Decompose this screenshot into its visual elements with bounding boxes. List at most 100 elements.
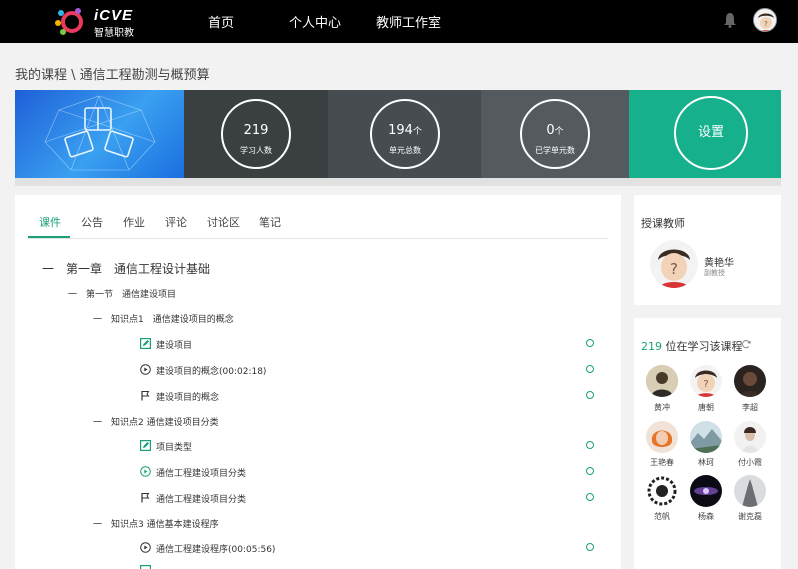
book-icon: [44, 95, 156, 171]
person-avatar-icon: ?: [650, 240, 698, 288]
status-indicator: [586, 467, 594, 475]
teacher-avatar[interactable]: ?: [650, 240, 698, 288]
status-indicator: [586, 493, 594, 501]
avatar-icon: ?: [754, 9, 776, 31]
nav-home[interactable]: 首页: [208, 12, 234, 31]
photo-avatar-icon: [646, 475, 678, 507]
stat-learners-value: 219: [243, 123, 269, 138]
logo-icon: [55, 8, 83, 35]
item-project-concept-doc[interactable]: 建设项目的概念: [156, 390, 219, 403]
stat-learners-label: 学习人数: [240, 146, 272, 155]
item-construction-procedure-video[interactable]: 通信工程建设程序(00:05:56): [156, 542, 275, 555]
top-nav: iCVE 智慧职教 首页 个人中心 教师工作室 ?: [0, 0, 798, 43]
play-video-icon: [140, 364, 151, 375]
flag-icon: [141, 391, 150, 401]
tab-homework[interactable]: 作业: [123, 214, 145, 230]
learner-avatar[interactable]: [646, 475, 678, 507]
icve-logo[interactable]: iCVE 智慧职教: [52, 6, 134, 39]
stat-studied-label: 已学单元数: [535, 146, 575, 155]
course-banner: 219 学习人数 194个 单元总数 0个 已学单元数 设置: [15, 90, 781, 178]
stat-units-value: 194: [388, 123, 413, 138]
learner-avatar[interactable]: [646, 421, 678, 453]
person-avatar-icon: ?: [690, 365, 722, 397]
learner-name: 黄冲: [654, 403, 670, 412]
learner-name: 王艳春: [650, 458, 674, 467]
course-cover-image: [15, 90, 184, 178]
knowledge-point-3[interactable]: 一 知识点3 通信基本建设程序: [93, 517, 219, 530]
learner-avatar[interactable]: [690, 421, 722, 453]
stat-units-label: 单元总数: [389, 146, 421, 155]
learner-name: 唐朝: [698, 403, 714, 412]
play-video-icon: [140, 542, 151, 553]
section-1[interactable]: 一 第一节 通信建设项目: [68, 287, 176, 300]
svg-text:?: ?: [670, 260, 678, 278]
item-project-classification-doc[interactable]: 通信工程建设项目分类: [156, 492, 246, 505]
learner-avatar[interactable]: ?: [690, 365, 722, 397]
status-indicator: [586, 441, 594, 449]
learner-name: 李超: [742, 403, 758, 412]
item-project-type[interactable]: 项目类型: [156, 440, 192, 453]
learner-avatar[interactable]: [734, 475, 766, 507]
photo-avatar-icon: [734, 365, 766, 397]
tab-announcements[interactable]: 公告: [81, 214, 103, 230]
teacher-card: 授课教师 ? 黄艳华 副教授: [634, 195, 781, 305]
item-project-concept-video[interactable]: 建设项目的概念(00:02:18): [156, 364, 266, 377]
stat-studied-units: 0个 已学单元数: [481, 90, 629, 178]
nav-personal-center[interactable]: 个人中心: [289, 12, 341, 31]
logo-text: iCVE: [94, 7, 134, 24]
status-indicator: [586, 391, 594, 399]
stat-units: 194个 单元总数: [328, 90, 481, 178]
edit-icon: [140, 338, 151, 349]
learner-avatar[interactable]: [646, 365, 678, 397]
settings-button[interactable]: 设置: [674, 96, 748, 170]
active-tab-indicator: [28, 236, 70, 238]
photo-avatar-icon: [646, 365, 678, 397]
learners-card-title: 219 位在学习该课程: [641, 338, 743, 354]
item-construction-project[interactable]: 建设项目: [156, 338, 192, 351]
stat-learners: 219 学习人数: [184, 90, 328, 178]
settings-panel: 设置: [629, 90, 781, 178]
chapter-1[interactable]: 一 第一章 通信工程设计基础: [42, 260, 210, 277]
learner-name: 谢克磊: [738, 512, 762, 521]
photo-avatar-icon: [734, 421, 766, 453]
refresh-icon[interactable]: [741, 339, 751, 349]
user-avatar[interactable]: ?: [753, 8, 777, 32]
course-tabs: 课件 公告 作业 评论 讨论区 笔记: [28, 209, 608, 239]
logo-subtext: 智慧职教: [94, 28, 134, 39]
teacher-title: 副教授: [704, 269, 725, 277]
flag-icon: [141, 493, 150, 503]
status-indicator: [586, 365, 594, 373]
learner-name: 范帆: [654, 512, 670, 521]
banner-shadow: [15, 178, 781, 186]
tab-notes[interactable]: 笔记: [259, 214, 281, 230]
teacher-name[interactable]: 黄艳华: [704, 254, 734, 269]
bell-icon[interactable]: [723, 12, 737, 28]
knowledge-point-2[interactable]: 一 知识点2 通信建设项目分类: [93, 415, 219, 428]
learners-title-text: 位在学习该课程: [662, 340, 743, 353]
knowledge-point-1[interactable]: 一 知识点1 通信建设项目的概念: [93, 312, 234, 325]
learner-name: 林珂: [698, 458, 714, 467]
learner-name: 杨森: [698, 512, 714, 521]
tab-comments[interactable]: 评论: [165, 214, 187, 230]
tab-discussion[interactable]: 讨论区: [207, 214, 240, 230]
play-video-icon: [140, 466, 151, 477]
breadcrumb: 我的课程 \ 通信工程勘测与概预算: [15, 68, 210, 83]
tab-courseware[interactable]: 课件: [39, 214, 61, 230]
photo-avatar-icon: [690, 475, 722, 507]
item-project-classification-video[interactable]: 通信工程建设项目分类: [156, 466, 246, 479]
stat-studied-unit: 个: [554, 127, 564, 137]
photo-avatar-icon: [646, 421, 678, 453]
learner-avatar[interactable]: [734, 421, 766, 453]
learner-avatar[interactable]: [690, 475, 722, 507]
photo-avatar-icon: [734, 475, 766, 507]
nav-teacher-studio[interactable]: 教师工作室: [376, 12, 441, 31]
teacher-card-title: 授课教师: [641, 217, 685, 230]
edit-icon: [140, 565, 151, 569]
svg-text:?: ?: [764, 20, 768, 28]
status-indicator: [586, 339, 594, 347]
learner-count: 219: [641, 340, 662, 353]
learner-avatar[interactable]: [734, 365, 766, 397]
learners-card: 219 位在学习该课程 黄冲 ? 唐朝 李超 王艳春 林珂 付小霞 范帆 杨森 …: [634, 318, 781, 569]
course-content-card: 课件 公告 作业 评论 讨论区 笔记 一 第一章 通信工程设计基础 一 第一节 …: [15, 195, 621, 569]
photo-avatar-icon: [690, 421, 722, 453]
